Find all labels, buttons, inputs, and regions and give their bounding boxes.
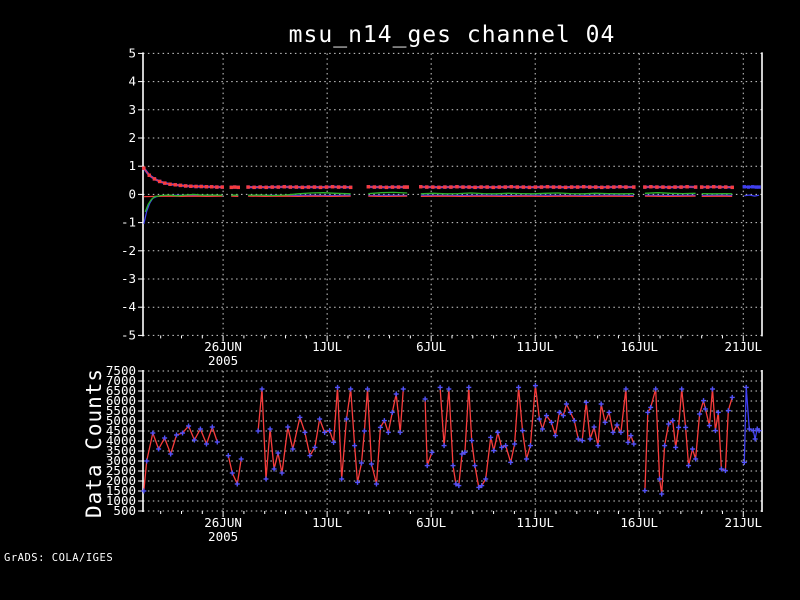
svg-text:5: 5 [128,45,136,60]
svg-text:1JUL: 1JUL [312,515,342,530]
svg-text:2005: 2005 [208,353,238,368]
grads-watermark: GrADS: COLA/IGES [4,552,114,564]
grads-plot-window: msu_n14_ges channel 04 Data Counts 54321… [0,0,800,600]
svg-text:26JUN: 26JUN [204,339,242,354]
svg-text:16JUL: 16JUL [620,515,658,530]
plot-canvas: 543210-1-2-3-4-526JUN20051JUL 6JUL 11JUL 16… [106,45,763,544]
svg-text:2: 2 [128,130,136,145]
svg-text:500: 500 [113,503,136,518]
svg-text:0: 0 [128,186,136,201]
svg-text:26JUN: 26JUN [204,515,242,530]
svg-text:6JUL: 6JUL [416,339,446,354]
svg-text:21JUL: 21JUL [724,515,762,530]
svg-text:-2: -2 [121,243,136,258]
svg-text:6JUL: 6JUL [416,515,446,530]
svg-text:4: 4 [128,74,136,89]
svg-text:-5: -5 [121,327,136,342]
svg-text:1: 1 [128,158,136,173]
svg-text:2005: 2005 [208,529,238,544]
svg-text:-4: -4 [121,299,136,314]
svg-text:16JUL: 16JUL [620,339,658,354]
svg-text:-3: -3 [121,271,136,286]
svg-text:21JUL: 21JUL [724,339,762,354]
svg-text:3: 3 [128,102,136,117]
svg-text:1JUL: 1JUL [312,339,342,354]
svg-text:11JUL: 11JUL [516,515,554,530]
svg-text:-1: -1 [121,215,136,230]
svg-text:11JUL: 11JUL [516,339,554,354]
